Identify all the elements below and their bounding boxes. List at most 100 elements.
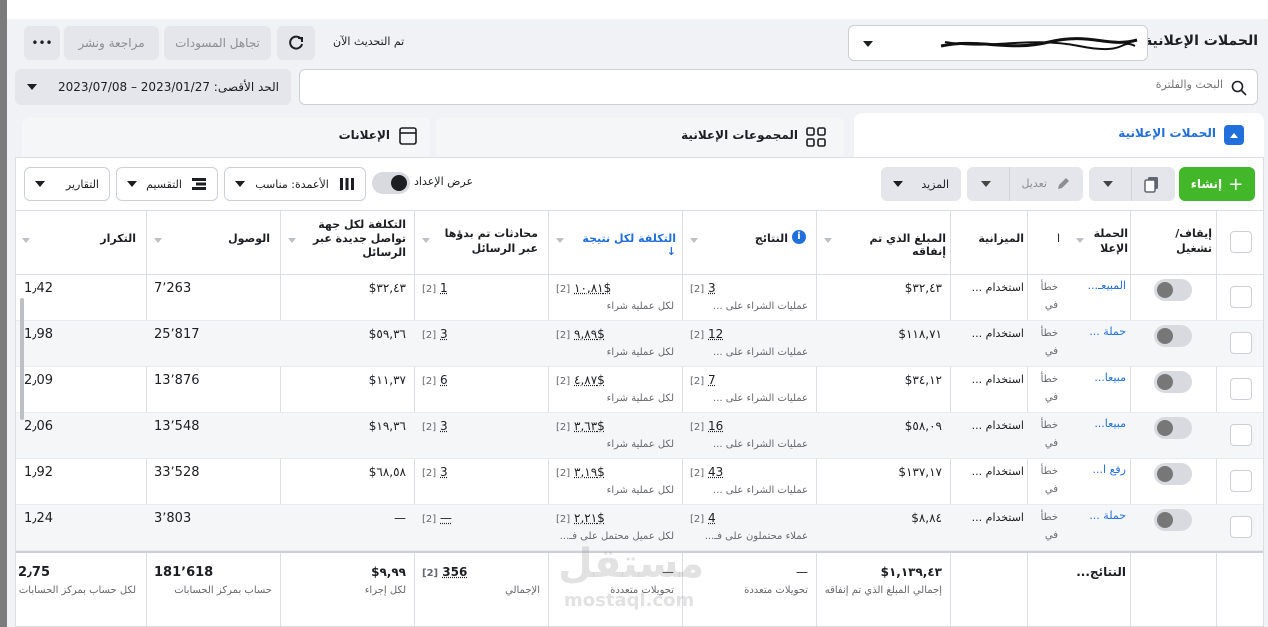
conversations-value[interactable]: 3: [440, 465, 448, 479]
reach-cell: 13٬548: [154, 419, 200, 434]
row-checkbox[interactable]: [1230, 286, 1252, 308]
cost-per-result-value[interactable]: ٣,١٩$: [574, 465, 605, 479]
setup-toggle[interactable]: [372, 172, 410, 194]
campaign-toggle[interactable]: [1154, 325, 1192, 347]
row-checkbox[interactable]: [1230, 516, 1252, 538]
campaign-name-link[interactable]: مبيعا...: [1076, 371, 1126, 384]
select-all-checkbox[interactable]: [1230, 231, 1252, 253]
breakdown-button[interactable]: التقسيم: [116, 167, 218, 201]
header-cost-per-contact[interactable]: التكلفة لكل جهة تواصل جديدة عبر الرسائل: [312, 218, 406, 260]
totals-label: النتائج...: [1076, 565, 1126, 579]
tab-ad-sets[interactable]: المجموعات الإعلانية: [436, 117, 844, 157]
columns-button[interactable]: الأعمدة: مناسب: [224, 167, 366, 201]
results-value[interactable]: 12: [708, 327, 723, 341]
footnote-tag: [2]: [556, 514, 571, 525]
results-cell: [2] 4: [690, 511, 716, 525]
header-conversations[interactable]: محادثات تم بدؤها عبر الرسائل: [442, 226, 538, 256]
create-label: إنشاء: [1190, 177, 1223, 191]
header-spent[interactable]: المبلغ الذي تم إنفاقه: [842, 232, 946, 258]
reports-button[interactable]: التقارير: [24, 167, 110, 201]
campaign-toggle[interactable]: [1154, 371, 1192, 393]
chevron-down-icon: [127, 181, 137, 187]
table-row[interactable]: حملة ... خطأ في استخدام ... ١١٨,٧١$ [2] 12 عم…: [16, 321, 1263, 367]
pencil-icon: [1058, 178, 1069, 189]
more-button[interactable]: المزيد: [881, 167, 961, 201]
vertical-scrollbar[interactable]: [20, 298, 24, 420]
row-checkbox[interactable]: [1230, 424, 1252, 446]
results-value[interactable]: 7: [708, 373, 716, 387]
campaign-name-link[interactable]: رفع ا...: [1076, 463, 1126, 476]
more-options-button[interactable]: •••: [24, 26, 60, 60]
results-value[interactable]: 4: [708, 511, 716, 525]
row-checkbox[interactable]: [1230, 378, 1252, 400]
totals-results: —: [796, 565, 808, 579]
table-row[interactable]: مبيعا... خطأ في استخدام ... ٥٨,٠٩$ [2] 16 عمل…: [16, 413, 1263, 459]
campaign-name-link[interactable]: حملة ...: [1076, 509, 1126, 522]
campaign-name-link[interactable]: حملة ...: [1076, 325, 1126, 338]
results-value[interactable]: 3: [708, 281, 716, 295]
table-row[interactable]: رفع ا... خطأ في استخدام ... ١٣٧,١٧$ [2] 43 عم…: [16, 459, 1263, 505]
campaign-toggle[interactable]: [1154, 279, 1192, 301]
conversations-value[interactable]: 1: [440, 281, 448, 295]
cost-per-result-value[interactable]: ١٠,٨١$: [574, 281, 611, 295]
totals-cpc: ٩,٩٩$: [371, 565, 406, 579]
delivery-status: خطأ في: [1040, 282, 1058, 311]
cost-per-result-value[interactable]: ٣,٦٣$: [574, 419, 605, 433]
tab-ads[interactable]: الإعلانات: [22, 117, 430, 157]
campaign-toggle[interactable]: [1154, 463, 1192, 485]
search-input[interactable]: [923, 78, 1223, 91]
conversations-value[interactable]: 3: [440, 419, 448, 433]
redaction-scribble: [940, 37, 1138, 51]
cost-per-result-value[interactable]: ٩,٨٩$: [574, 327, 605, 341]
conversations-value[interactable]: 6: [440, 373, 448, 387]
header-reach[interactable]: الوصول: [206, 232, 270, 245]
campaign-name-link[interactable]: مبيعا...: [1076, 417, 1126, 430]
footnote-tag: [2]: [422, 468, 437, 479]
header-campaign[interactable]: الحملة الإعلا: [1090, 226, 1128, 256]
discard-drafts-button[interactable]: تجاهل المسودات: [164, 26, 271, 60]
header-delivery[interactable]: ا: [1046, 232, 1060, 245]
date-range-picker[interactable]: الحد الأقصى: 2023/01/27 – 2023/07/08: [15, 69, 291, 105]
results-sub: عمليات الشراء على ...: [713, 393, 808, 404]
conversations-value[interactable]: 3: [440, 327, 448, 341]
conversations-cell: [2] 6: [422, 373, 448, 387]
table-row[interactable]: مبيعا... خطأ في استخدام ... ٣٤,١٢$ [2] 7 عملي…: [16, 367, 1263, 413]
header-cost-per-result[interactable]: التكلفة لكل نتيجة ↓: [576, 232, 676, 258]
campaign-toggle[interactable]: [1154, 417, 1192, 439]
budget-cell: استخدام ...: [971, 327, 1024, 340]
results-cell: [2] 12: [690, 327, 723, 341]
create-button[interactable]: إنشاء +: [1179, 167, 1255, 201]
info-icon[interactable]: i: [792, 230, 806, 244]
conversations-value[interactable]: —: [440, 511, 452, 525]
header-results[interactable]: النتائج: [736, 232, 788, 245]
account-select[interactable]: [848, 25, 1148, 61]
setup-label: عرض الإعداد: [414, 175, 474, 188]
search-bar[interactable]: [299, 69, 1258, 105]
more-label: المزيد: [921, 177, 949, 191]
campaign-toggle[interactable]: [1154, 509, 1192, 531]
review-publish-button[interactable]: مراجعة ونشر: [64, 26, 159, 60]
header-budget[interactable]: الميزانية: [964, 232, 1024, 245]
tab-campaigns[interactable]: الحملات الإعلانية: [854, 113, 1264, 159]
footnote-tag: [2]: [422, 376, 437, 387]
refresh-button[interactable]: [277, 26, 315, 60]
edit-button[interactable]: تعديل: [967, 167, 1083, 201]
row-checkbox[interactable]: [1230, 332, 1252, 354]
cost-per-result-value[interactable]: ٤,٨٧$: [574, 373, 605, 387]
reach-cell: 33٬528: [154, 465, 200, 480]
campaign-name-link[interactable]: المبيعـ...: [1076, 279, 1126, 292]
results-value[interactable]: 43: [708, 465, 723, 479]
spent-cell: ٣٤,١٢$: [904, 373, 942, 387]
footnote-tag: [2]: [690, 330, 705, 341]
results-value[interactable]: 16: [708, 419, 723, 433]
cost-per-result-sub: لكل عملية شراء: [606, 347, 674, 358]
chevron-down-icon: [235, 181, 245, 187]
cost-per-result-value[interactable]: ٢,٢١$: [574, 511, 605, 525]
duplicate-button[interactable]: [1089, 167, 1175, 201]
header-frequency[interactable]: التكرار: [86, 232, 136, 245]
results-cell: [2] 16: [690, 419, 723, 433]
table-row[interactable]: المبيعـ... خطأ في استخدام ... ٣٢,٤٣$ [2] 3 عم…: [16, 275, 1263, 321]
row-checkbox[interactable]: [1230, 470, 1252, 492]
review-publish-label: مراجعة ونشر: [78, 36, 145, 50]
totals-frequency: 2٫75: [18, 565, 50, 580]
